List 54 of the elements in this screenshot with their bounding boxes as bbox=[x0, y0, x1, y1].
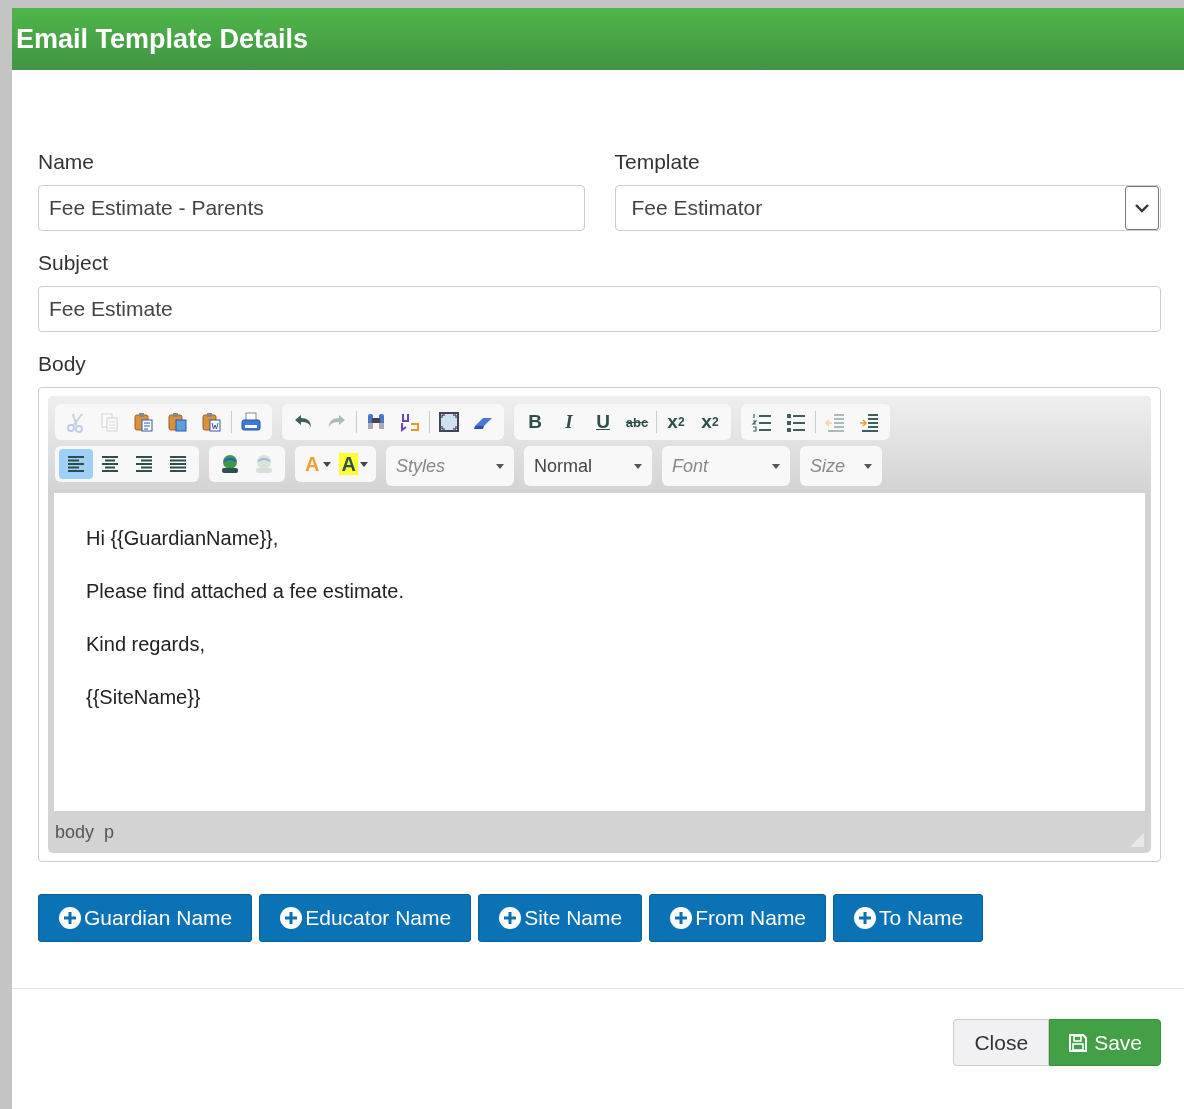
insert-field-button[interactable]: Guardian Name bbox=[38, 894, 253, 942]
paragraph: {{SiteName}} bbox=[86, 686, 202, 708]
template-select[interactable]: Fee Estimator bbox=[614, 185, 1161, 231]
strikethrough-button[interactable]: abc bbox=[620, 407, 654, 437]
paragraph: Please find attached a fee estimate. bbox=[86, 580, 405, 602]
copy-icon bbox=[99, 411, 121, 433]
italic-button[interactable]: I bbox=[552, 407, 586, 437]
field-label: Name bbox=[38, 150, 95, 174]
insert-field-button[interactable]: To Name bbox=[833, 894, 984, 942]
name-field[interactable]: Fee Estimate - Parents bbox=[38, 185, 585, 231]
bold-button[interactable]: B bbox=[518, 407, 552, 437]
field-label: Template bbox=[614, 150, 700, 174]
toolbar-dropdown[interactable]: Normal bbox=[523, 446, 652, 486]
align-center-icon bbox=[99, 453, 121, 475]
clipboard-icon bbox=[201, 411, 223, 433]
underline-button[interactable]: U bbox=[586, 407, 620, 437]
element-path-link[interactable]: body bbox=[55, 821, 95, 843]
plus-circle-icon bbox=[670, 907, 693, 929]
plus-circle-icon bbox=[854, 907, 877, 929]
align-right-icon bbox=[133, 453, 155, 475]
bullet-list-icon bbox=[785, 411, 807, 433]
paragraph: Hi {{GuardianName}}, bbox=[86, 527, 280, 549]
caret-icon bbox=[323, 461, 332, 467]
select-all-icon bbox=[438, 411, 460, 433]
align-left-icon bbox=[65, 453, 87, 475]
close-button[interactable]: Close bbox=[953, 1019, 1050, 1066]
chevron-icon bbox=[1134, 203, 1150, 213]
field-label: Body bbox=[38, 352, 86, 376]
outdent-icon bbox=[824, 411, 846, 433]
paste-icon bbox=[133, 411, 155, 433]
insert-field-button[interactable]: Educator Name bbox=[259, 894, 472, 942]
insert-field-button[interactable]: Site Name bbox=[478, 894, 643, 942]
caret-icon bbox=[359, 461, 368, 467]
paragraph: Kind regards, bbox=[86, 633, 206, 655]
element-path-link[interactable]: p bbox=[104, 821, 115, 843]
subject-field[interactable]: Fee Estimate bbox=[38, 286, 1161, 332]
printer-icon bbox=[240, 411, 262, 433]
caret-icon bbox=[771, 463, 780, 469]
highlight-button[interactable]: A bbox=[335, 449, 372, 479]
plus-circle-icon bbox=[280, 907, 303, 929]
plus-circle-icon bbox=[499, 907, 522, 929]
numbered-list-icon bbox=[751, 411, 773, 433]
caret-icon bbox=[495, 463, 504, 469]
field-label: Subject bbox=[38, 251, 109, 275]
clipboard-icon bbox=[167, 411, 189, 433]
toolbar-button[interactable] bbox=[59, 449, 93, 479]
plus-circle-icon bbox=[59, 907, 81, 929]
caret-icon bbox=[863, 463, 872, 469]
caret-icon bbox=[633, 463, 642, 469]
justify-icon bbox=[167, 453, 189, 475]
editor-content[interactable]: Hi {{GuardianName}}, Please find attached a fee estimate. Kind regards, {{SiteName}} bbox=[54, 493, 1145, 811]
dialog-title: Email Template Details bbox=[16, 23, 309, 55]
insert-field-button[interactable]: From Name bbox=[649, 894, 827, 942]
indent-icon bbox=[858, 411, 880, 433]
